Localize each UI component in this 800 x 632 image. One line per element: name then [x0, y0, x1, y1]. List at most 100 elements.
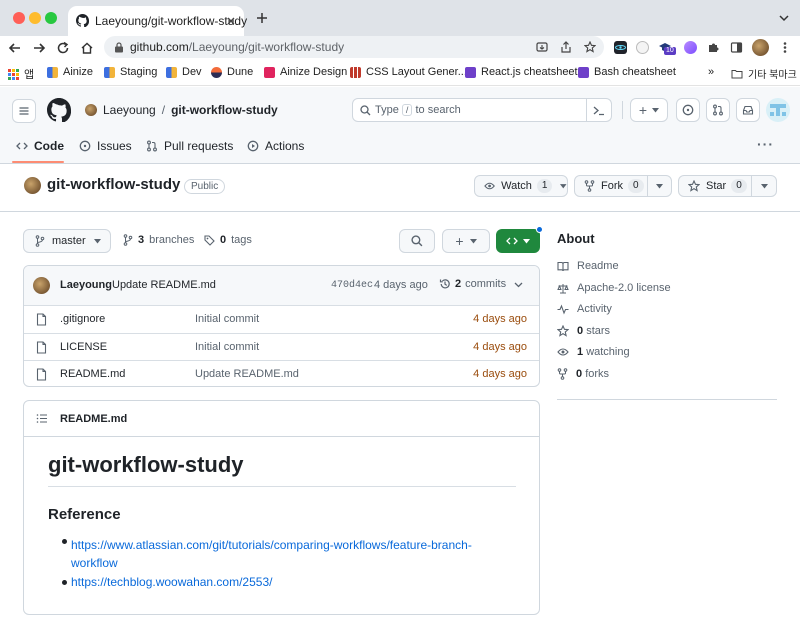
close-tab-icon[interactable] — [226, 16, 236, 26]
more-menu-button[interactable]: ··· — [757, 136, 774, 152]
bookmark-react-cheatsheet[interactable]: React.js cheatsheet — [465, 66, 578, 78]
github-logo-icon[interactable] — [47, 98, 71, 122]
file-row[interactable]: LICENSE Initial commit 4 days ago — [24, 334, 539, 361]
owner-avatar[interactable] — [85, 104, 97, 116]
browser-tab-active[interactable]: Laeyoung/git-workflow-study — [68, 6, 247, 36]
tab-code[interactable]: Code — [16, 139, 64, 153]
branches-link[interactable]: 3 branches — [123, 234, 194, 246]
browser-menu-icon[interactable] — [779, 41, 791, 54]
ainize-favicon-icon — [104, 66, 115, 78]
bookmark-other-folder[interactable]: 기타 북마크 — [731, 66, 797, 81]
about-license-link[interactable]: Apache-2.0 license — [557, 282, 671, 294]
install-app-icon[interactable] — [536, 41, 548, 53]
about-readme-link[interactable]: Readme — [557, 260, 619, 272]
zoom-window-button[interactable] — [45, 12, 57, 24]
tags-label: tags — [231, 234, 252, 246]
pull-requests-button[interactable] — [706, 98, 730, 122]
bookmark-staging[interactable]: Staging — [104, 66, 157, 78]
extension-circle-icon[interactable] — [636, 41, 649, 54]
tab-search-icon[interactable] — [778, 12, 790, 24]
branch-select-button[interactable]: master — [23, 229, 111, 253]
commits-count: 2 — [455, 278, 462, 290]
about-forks-link[interactable]: 0 forks — [557, 368, 609, 380]
about-watching-link[interactable]: 1 watching — [557, 346, 630, 358]
about-stars-link[interactable]: 0 stars — [557, 325, 610, 337]
minimize-window-button[interactable] — [29, 12, 41, 24]
bookmark-star-icon[interactable] — [584, 41, 596, 53]
lock-icon[interactable] — [114, 42, 124, 53]
file-commit-message[interactable]: Initial commit — [195, 313, 259, 325]
law-icon — [557, 283, 569, 293]
fork-button[interactable]: Fork 0 — [574, 175, 672, 197]
repo-owner-avatar[interactable] — [24, 177, 41, 194]
file-row[interactable]: README.md Update README.md 4 days ago — [24, 361, 539, 386]
address-bar[interactable]: github.com/Laeyoung/git-workflow-study — [104, 36, 604, 58]
bookmark-ainize-design[interactable]: Ainize Design — [264, 66, 347, 78]
forks-count: 0 — [576, 368, 583, 380]
reload-icon[interactable] — [56, 41, 70, 55]
star-button[interactable]: Star 0 — [678, 175, 777, 197]
issues-button[interactable] — [676, 98, 700, 122]
code-dropdown-button[interactable] — [496, 229, 540, 253]
bookmark-apps[interactable]: 앱 — [8, 66, 34, 82]
add-file-button[interactable]: + — [442, 229, 490, 253]
bookmark-bash-cheatsheet[interactable]: Bash cheatsheet — [578, 66, 676, 78]
file-commit-message[interactable]: Update README.md — [195, 368, 299, 380]
bookmark-css-layout[interactable]: CSS Layout Gener... — [350, 66, 467, 78]
file-commit-message[interactable]: Initial commit — [195, 341, 259, 353]
bookmark-dev[interactable]: Dev — [166, 66, 202, 78]
file-name-link[interactable]: README.md — [60, 368, 125, 380]
extension-purple-icon[interactable] — [684, 41, 697, 54]
command-palette-icon[interactable] — [593, 105, 605, 116]
home-icon[interactable] — [80, 41, 94, 55]
issue-opened-icon — [79, 140, 91, 152]
list-unordered-icon[interactable] — [36, 413, 48, 424]
close-window-button[interactable] — [13, 12, 25, 24]
readme-subheading: Reference — [48, 506, 121, 523]
bookmark-ainize[interactable]: Ainize — [47, 66, 93, 78]
watch-button[interactable]: Watch 1 — [474, 175, 568, 197]
visibility-badge: Public — [184, 179, 226, 194]
reference-link[interactable]: https://www.atlassian.com/git/tutorials/… — [71, 536, 472, 572]
tags-link[interactable]: 0 tags — [204, 234, 252, 246]
commit-author-avatar[interactable] — [33, 277, 50, 294]
commit-message[interactable]: Update README.md — [112, 279, 216, 291]
readme-filename[interactable]: README.md — [60, 413, 127, 425]
bookmark-dune[interactable]: Dune — [211, 66, 253, 78]
tab-issues[interactable]: Issues — [79, 139, 132, 153]
breadcrumb-repo-link[interactable]: git-workflow-study — [171, 103, 278, 117]
new-tab-icon[interactable] — [256, 12, 268, 24]
create-new-button[interactable]: + — [630, 98, 668, 122]
tab-pull-requests[interactable]: Pull requests — [146, 139, 233, 153]
file-time: 4 days ago — [473, 341, 527, 353]
user-avatar[interactable] — [766, 98, 790, 122]
breadcrumb-owner-link[interactable]: Laeyoung — [103, 103, 156, 117]
file-name-link[interactable]: LICENSE — [60, 341, 107, 353]
repo-title[interactable]: git-workflow-study — [47, 176, 180, 193]
commit-sha[interactable]: 470d4ec — [331, 280, 373, 291]
extensions-puzzle-icon[interactable] — [707, 41, 720, 54]
commit-author[interactable]: Laeyoung — [60, 279, 112, 291]
inbox-button[interactable] — [736, 98, 760, 122]
file-name-link[interactable]: .gitignore — [60, 313, 105, 325]
react-devtools-extension-icon[interactable] — [614, 41, 627, 54]
side-panel-icon[interactable] — [730, 41, 743, 54]
profile-avatar[interactable] — [752, 39, 769, 56]
back-arrow-icon[interactable] — [8, 41, 22, 55]
forward-arrow-icon[interactable] — [32, 41, 46, 55]
search-input[interactable]: Type / to search — [352, 98, 612, 122]
commits-history-link[interactable]: 2 commits — [439, 278, 506, 290]
caret-down-icon[interactable] — [656, 184, 663, 189]
reference-link[interactable]: https://techblog.woowahan.com/2553/ — [71, 575, 272, 589]
about-activity-link[interactable]: Activity — [557, 303, 612, 315]
tab-actions[interactable]: Actions — [247, 139, 304, 153]
caret-down-icon[interactable] — [761, 184, 768, 189]
share-icon[interactable] — [560, 41, 572, 53]
global-nav-menu-button[interactable] — [12, 99, 36, 123]
chevron-down-icon[interactable] — [514, 282, 523, 288]
file-row[interactable]: .gitignore Initial commit 4 days ago — [24, 306, 539, 333]
identicon-icon — [770, 104, 786, 116]
bookmarks-overflow-button[interactable]: » — [708, 66, 714, 78]
extension-hat-icon[interactable]: 10 — [658, 40, 676, 55]
go-to-file-button[interactable] — [399, 229, 435, 253]
